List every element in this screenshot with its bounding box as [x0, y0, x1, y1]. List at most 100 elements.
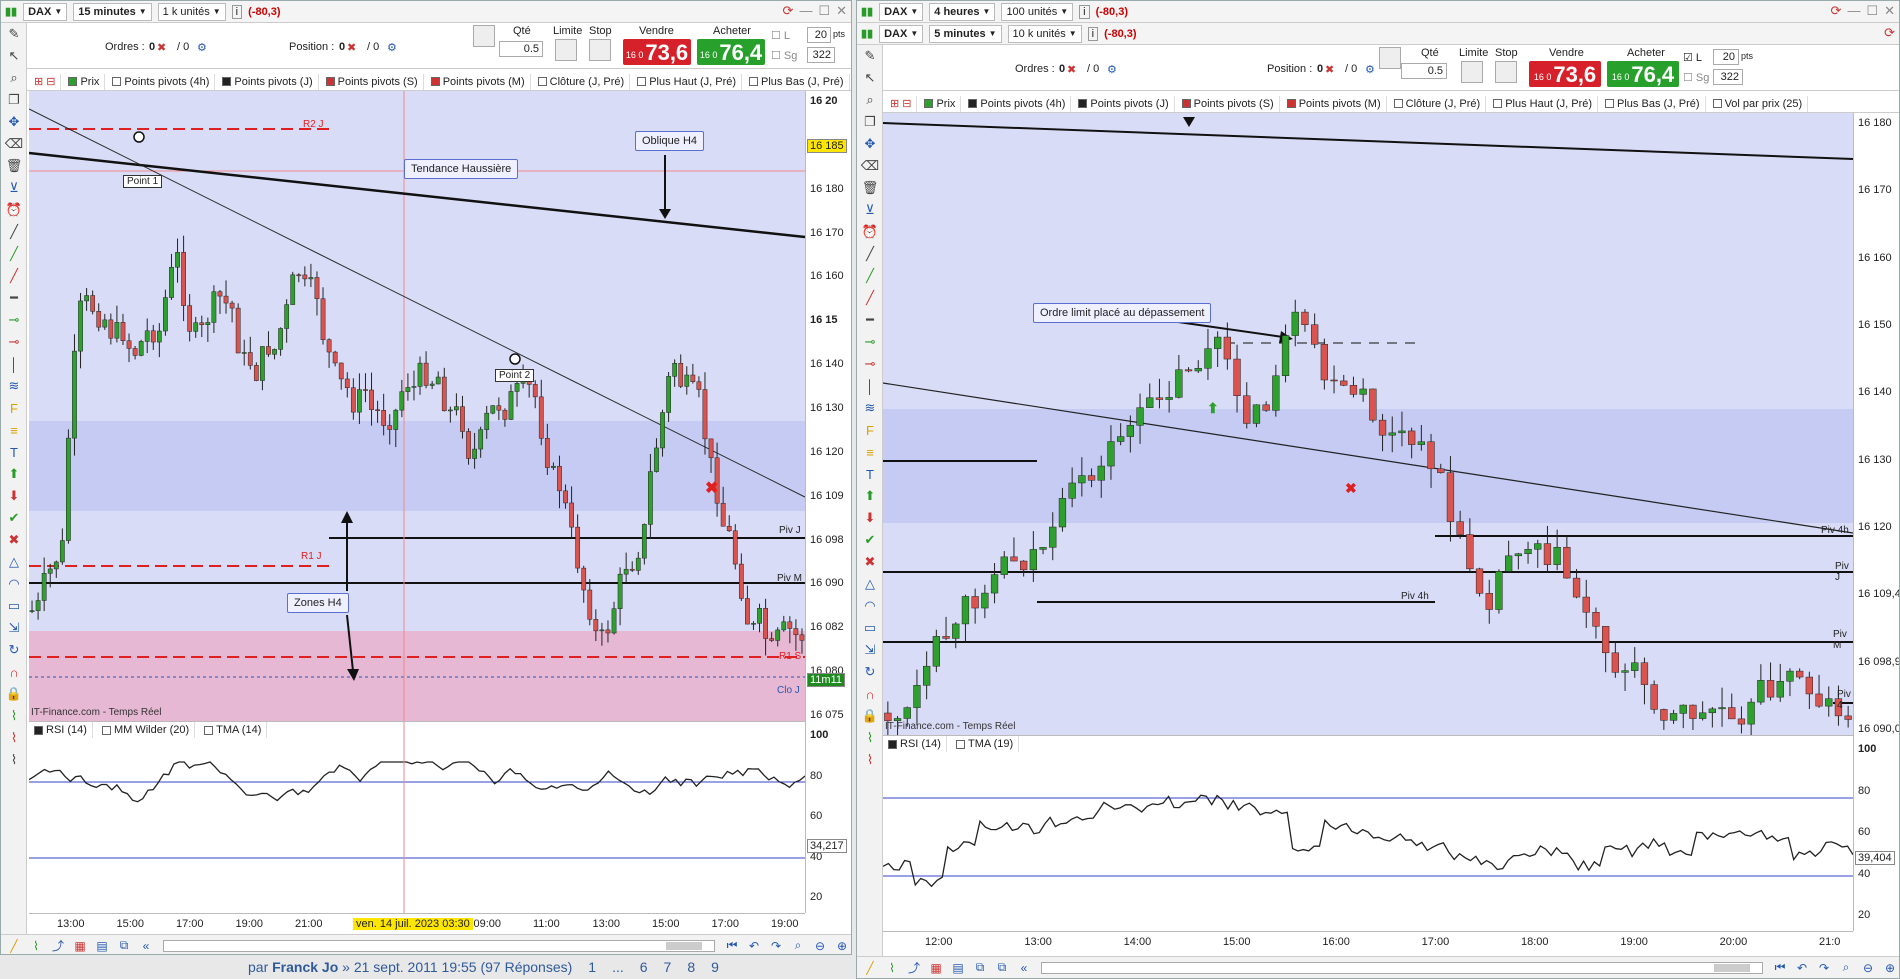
point2-label[interactable]: Point 2 — [495, 369, 535, 382]
legend-item[interactable]: Prix — [919, 95, 962, 112]
annotation-zones[interactable]: Zones H4 — [287, 593, 349, 613]
zoom-icon[interactable]: ⌕ — [1, 67, 27, 89]
eraser-icon[interactable]: ⌫ — [857, 155, 883, 177]
annotation-ordre-limit[interactable]: Ordre limit placé au dépassement — [1033, 303, 1212, 323]
triangle-icon[interactable]: △ — [857, 573, 883, 595]
close-icon[interactable]: ✕ — [1884, 3, 1895, 19]
alarm-icon[interactable]: ⏰ — [1, 199, 27, 221]
timeframe-select[interactable]: 4 heures ▼ — [929, 2, 996, 21]
left-rsi-panel[interactable]: RSI (14) MM Wilder (20) TMA (14) — [29, 721, 805, 913]
left-time-axis[interactable]: 13:0015:0017:0019:0021:001407:0009:0011:… — [29, 913, 805, 934]
text-icon[interactable]: T — [857, 463, 883, 485]
right-rsi-panel[interactable]: RSI (14) TMA (19) — [883, 735, 1853, 931]
pts-input[interactable]: 20 — [807, 27, 831, 43]
cursor-icon[interactable]: ↖ — [1, 45, 27, 67]
move-icon[interactable]: ✥ — [1, 111, 27, 133]
forum-page-6[interactable]: 6 — [640, 959, 648, 975]
zoom-icon[interactable]: ⌕ — [857, 89, 883, 111]
cross-icon[interactable]: ✖ — [1, 529, 27, 551]
magnet-red-icon[interactable]: ∩ — [857, 683, 883, 705]
chart-style-icon[interactable]: ╱ — [861, 960, 879, 976]
pencil-icon[interactable]: ✎ — [857, 45, 883, 67]
position-settings-icon[interactable]: ⚙ — [1365, 63, 1375, 76]
ray-icon[interactable]: ⊸ — [857, 331, 883, 353]
legend-item[interactable]: Points pivots (S) — [1177, 95, 1280, 112]
sg-checkbox[interactable]: ☐ Sg — [771, 49, 797, 62]
arc-icon[interactable]: ◠ — [1, 573, 27, 595]
legend-item[interactable]: Points pivots (M) — [1282, 95, 1387, 112]
magnet-red-icon[interactable]: ∩ — [1, 661, 27, 683]
arc-icon[interactable]: ◠ — [857, 595, 883, 617]
stop-order-button[interactable] — [1495, 61, 1517, 83]
legend-item[interactable]: Points pivots (4h) — [107, 73, 216, 90]
indicator-icon[interactable]: ⌇ — [1, 705, 27, 727]
sell-button[interactable]: 16 0 73,6 — [1529, 61, 1601, 87]
cursor-icon[interactable]: ↖ — [857, 67, 883, 89]
scroll-left-end-icon[interactable]: « — [1015, 960, 1033, 976]
position-settings-icon[interactable]: ⚙ — [387, 41, 397, 54]
legend-item[interactable]: Clôture (J, Pré) — [533, 73, 631, 90]
magnet-icon[interactable]: ⊻ — [1, 177, 27, 199]
forum-page-1[interactable]: 1 — [588, 959, 596, 975]
vertical-line-icon[interactable]: │ — [857, 375, 883, 397]
limit-order-button[interactable] — [1461, 61, 1483, 83]
annotation-tendance[interactable]: Tendance Haussière — [404, 159, 519, 179]
maximize-icon[interactable]: ☐ — [818, 3, 830, 19]
rotate-icon[interactable]: ↻ — [1, 639, 27, 661]
left-price-axis[interactable]: 16 2016 19016 18016 17016 16016 1516 140… — [805, 91, 851, 721]
limit-order-button[interactable] — [555, 39, 577, 61]
orders-settings-icon[interactable]: ⚙ — [197, 41, 207, 54]
chart-type-icon[interactable]: ▮▮ — [861, 5, 873, 18]
fib-levels-icon[interactable]: F — [1, 397, 27, 419]
forum-page-8[interactable]: 8 — [687, 959, 695, 975]
red-line-icon[interactable]: ╱ — [857, 287, 883, 309]
layout2-icon[interactable]: ⧉ — [993, 960, 1011, 976]
horizontal-line-icon[interactable]: ━ — [857, 309, 883, 331]
legend-item[interactable]: Plus Haut (J, Pré) — [632, 73, 743, 90]
forum-page-9[interactable]: 9 — [711, 959, 719, 975]
redo-icon[interactable]: ↷ — [767, 938, 785, 954]
text-icon[interactable]: T — [1, 441, 27, 463]
legend-item[interactable]: Prix — [63, 73, 106, 90]
legend-controls[interactable]: ⊞ ⊟ — [885, 95, 918, 112]
triangle-icon[interactable]: △ — [1, 551, 27, 573]
cross-icon[interactable]: ✖ — [857, 551, 883, 573]
arrow-up-icon[interactable]: ⬆ — [857, 485, 883, 507]
legend-item[interactable]: Plus Bas (J, Pré) — [744, 73, 850, 90]
pts2-input[interactable]: 322 — [807, 47, 835, 63]
fibonacci-icon[interactable]: ≋ — [1, 375, 27, 397]
l-checkbox[interactable]: ☑ L — [1683, 51, 1702, 64]
zoom-in-icon[interactable]: ⊕ — [833, 938, 851, 954]
right-scroll-thumb[interactable] — [1714, 963, 1750, 972]
trendline-icon[interactable]: ╱ — [1, 221, 27, 243]
lock-icon[interactable]: 🔒 — [857, 705, 883, 727]
qty-input[interactable]: 0.5 — [499, 41, 543, 57]
measure-icon[interactable]: ⇲ — [1, 617, 27, 639]
legend-item[interactable]: Points pivots (J) — [1073, 95, 1175, 112]
check-icon[interactable]: ✔ — [1, 507, 27, 529]
move-icon[interactable]: ✥ — [857, 133, 883, 155]
check-icon[interactable]: ✔ — [857, 529, 883, 551]
vertical-line-icon[interactable]: │ — [1, 353, 27, 375]
replay-icon[interactable]: ⏮ — [1771, 960, 1789, 976]
legend-item[interactable]: Points pivots (M) — [426, 73, 531, 90]
stop-order-button[interactable] — [589, 39, 611, 61]
chart-type-select-icon[interactable]: ⌇ — [27, 938, 45, 954]
magnet-icon[interactable]: ⊻ — [857, 199, 883, 221]
minimize-icon[interactable]: — — [799, 3, 812, 19]
chart-type-icon-inner[interactable]: ▮▮ — [861, 27, 873, 40]
indicator3-icon[interactable]: ⌇ — [1, 749, 27, 771]
alarm-icon[interactable]: ⏰ — [857, 221, 883, 243]
legend-item[interactable]: Points pivots (J) — [217, 73, 319, 90]
maximize-icon[interactable]: ☐ — [1866, 3, 1878, 19]
lock-icon[interactable]: 🔒 — [1, 683, 27, 705]
ray-red-icon[interactable]: ⊸ — [857, 353, 883, 375]
scroll-left-end-icon[interactable]: « — [137, 938, 155, 954]
rotate-icon[interactable]: ↻ — [857, 661, 883, 683]
channel-icon[interactable]: ≡ — [1, 419, 27, 441]
annotation-oblique[interactable]: Oblique H4 — [635, 131, 705, 151]
rectangle-icon[interactable]: ▭ — [1, 595, 27, 617]
zoom-out-icon[interactable]: ⊖ — [1859, 960, 1877, 976]
legend-item[interactable]: Clôture (J, Pré) — [1389, 95, 1487, 112]
indicator2-icon[interactable]: ⌇ — [1, 727, 27, 749]
